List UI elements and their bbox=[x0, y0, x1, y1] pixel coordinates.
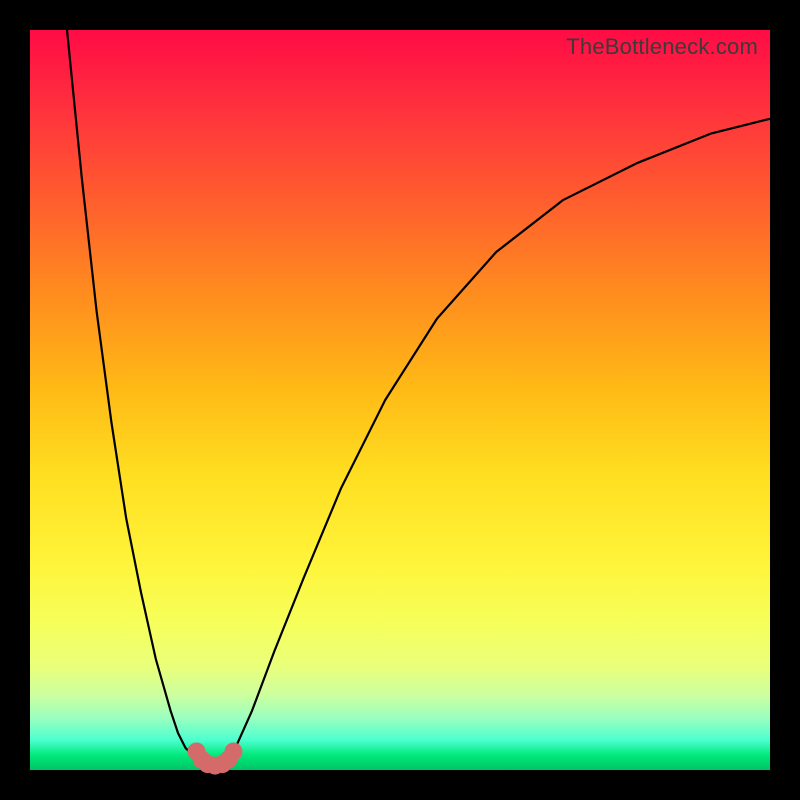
bottleneck-curve bbox=[67, 30, 770, 766]
plot-area: TheBottleneck.com bbox=[30, 30, 770, 770]
highlight-marker bbox=[225, 743, 243, 761]
highlight-band-points bbox=[188, 743, 243, 775]
chart-svg bbox=[30, 30, 770, 770]
chart-frame: TheBottleneck.com bbox=[0, 0, 800, 800]
